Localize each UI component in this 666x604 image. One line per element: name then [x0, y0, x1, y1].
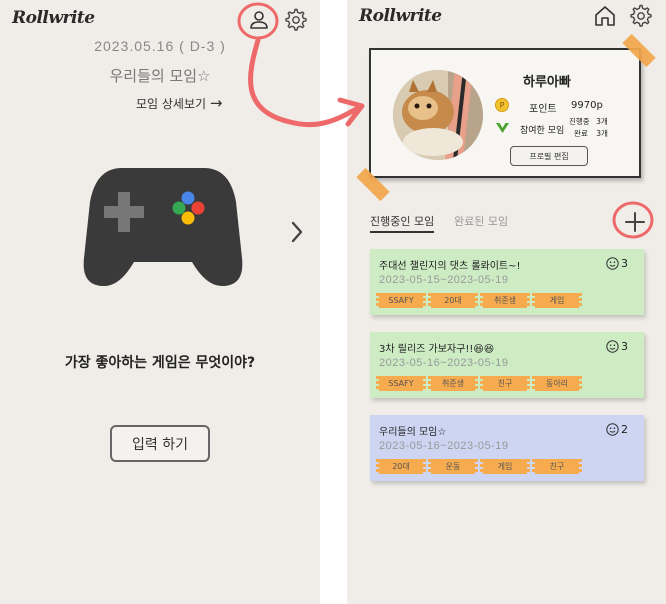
member-count: 2 — [606, 423, 628, 436]
mypage-screen: Rollwrite 하루아빠 P 포인트 9970p 참여한 모임 진행중 3개… — [347, 0, 666, 604]
game-controller-icon — [83, 168, 243, 286]
settings-icon[interactable] — [284, 8, 308, 32]
question-date: 2023.05.16 ( D-3 ) — [94, 38, 226, 54]
home-icon[interactable] — [593, 4, 617, 28]
meeting-dates: 2023-05-16~2023-05-19 — [379, 357, 509, 369]
tag: 취준생 — [428, 376, 478, 391]
question-text: 가장 좋아하는 게임은 무엇이야? — [64, 355, 256, 371]
meeting-title: 3차 릴리즈 가보자구!!😆😆 — [379, 344, 495, 355]
tab-ongoing[interactable]: 진행중인 모임 — [370, 213, 435, 233]
app-logo[interactable]: Rollwrite — [359, 6, 442, 26]
meeting-card[interactable]: 주대선 챌린지의 댓츠 롤롸이트~! 2023-05-15~2023-05-19… — [370, 249, 644, 315]
member-count-value: 3 — [621, 340, 628, 353]
point-value: 9970p — [571, 100, 603, 111]
member-count: 3 — [606, 340, 628, 353]
tag: 친구 — [532, 459, 582, 474]
done-label: 완료 — [574, 129, 588, 138]
group-detail-link[interactable]: 모임 상세보기 → — [136, 94, 222, 112]
tag: 20대 — [376, 459, 426, 474]
joined-label: 참여한 모임 — [520, 126, 565, 136]
ongoing-count: 3개 — [596, 117, 608, 126]
tag-list: SSAFY 취준생 친구 동아리 — [376, 376, 587, 391]
profile-avatar — [393, 70, 483, 160]
tag: 동아리 — [532, 376, 582, 391]
arrow-right-icon: → — [209, 94, 223, 112]
meeting-card[interactable]: 3차 릴리즈 가보자구!!😆😆 2023-05-16~2023-05-19 3 … — [370, 332, 644, 398]
settings-icon[interactable] — [629, 4, 653, 28]
tag: 운동 — [428, 459, 478, 474]
tag: 친구 — [480, 376, 530, 391]
member-count: 3 — [606, 257, 628, 270]
tag: 취준생 — [480, 293, 530, 308]
tag-list: SSAFY 20대 취준생 게임 — [376, 293, 587, 308]
group-detail-label: 모임 상세보기 — [136, 97, 207, 111]
point-label: 포인트 — [529, 104, 557, 115]
tag: 게임 — [480, 459, 530, 474]
tab-active-underline — [370, 231, 435, 233]
tag: SSAFY — [376, 293, 426, 308]
point-coin-icon: P — [495, 98, 509, 112]
profile-icon[interactable] — [247, 8, 271, 32]
group-name: 우리들의 모임☆ — [109, 67, 211, 85]
member-count-value: 3 — [621, 257, 628, 270]
smile-icon — [606, 257, 619, 270]
app-logo[interactable]: Rollwrite — [12, 8, 95, 28]
game-question-screen: Rollwrite 2023.05.16 ( D-3 ) 우리들의 모임☆ 모임… — [0, 0, 320, 604]
done-count: 3개 — [596, 129, 608, 138]
tag: 게임 — [532, 293, 582, 308]
smile-icon — [606, 340, 619, 353]
tag: 20대 — [428, 293, 478, 308]
done-stat: 완료 3개 — [574, 128, 608, 139]
meeting-title: 우리들의 모임☆ — [379, 427, 447, 438]
check-icon — [496, 123, 509, 133]
meeting-dates: 2023-05-16~2023-05-19 — [379, 440, 509, 452]
tab-completed-label: 완료된 모임 — [454, 215, 509, 228]
svg-text:P: P — [500, 101, 505, 110]
add-group-icon[interactable] — [622, 209, 648, 235]
meeting-title: 주대선 챌린지의 댓츠 롤롸이트~! — [379, 261, 521, 272]
tab-completed[interactable]: 완료된 모임 — [454, 213, 508, 229]
ongoing-stat: 진행중 3개 — [569, 116, 608, 127]
meeting-card[interactable]: 우리들의 모임☆ 2023-05-16~2023-05-19 2 20대 운동 … — [370, 415, 644, 481]
tag: SSAFY — [376, 376, 426, 391]
tab-ongoing-label: 진행중인 모임 — [370, 215, 435, 228]
meeting-dates: 2023-05-15~2023-05-19 — [379, 274, 509, 286]
ongoing-label: 진행중 — [569, 117, 590, 126]
answer-input-button[interactable]: 입력 하기 — [110, 425, 210, 462]
cat-photo-image — [393, 70, 483, 160]
smile-icon — [606, 423, 619, 436]
tag-list: 20대 운동 게임 친구 — [376, 459, 587, 474]
profile-name: 하루아빠 — [523, 75, 571, 90]
profile-card: 하루아빠 P 포인트 9970p 참여한 모임 진행중 3개 완료 3개 프로필… — [369, 48, 641, 178]
edit-profile-button[interactable]: 프로필 편집 — [510, 146, 588, 166]
chevron-right-icon[interactable] — [289, 220, 305, 244]
member-count-value: 2 — [621, 423, 628, 436]
